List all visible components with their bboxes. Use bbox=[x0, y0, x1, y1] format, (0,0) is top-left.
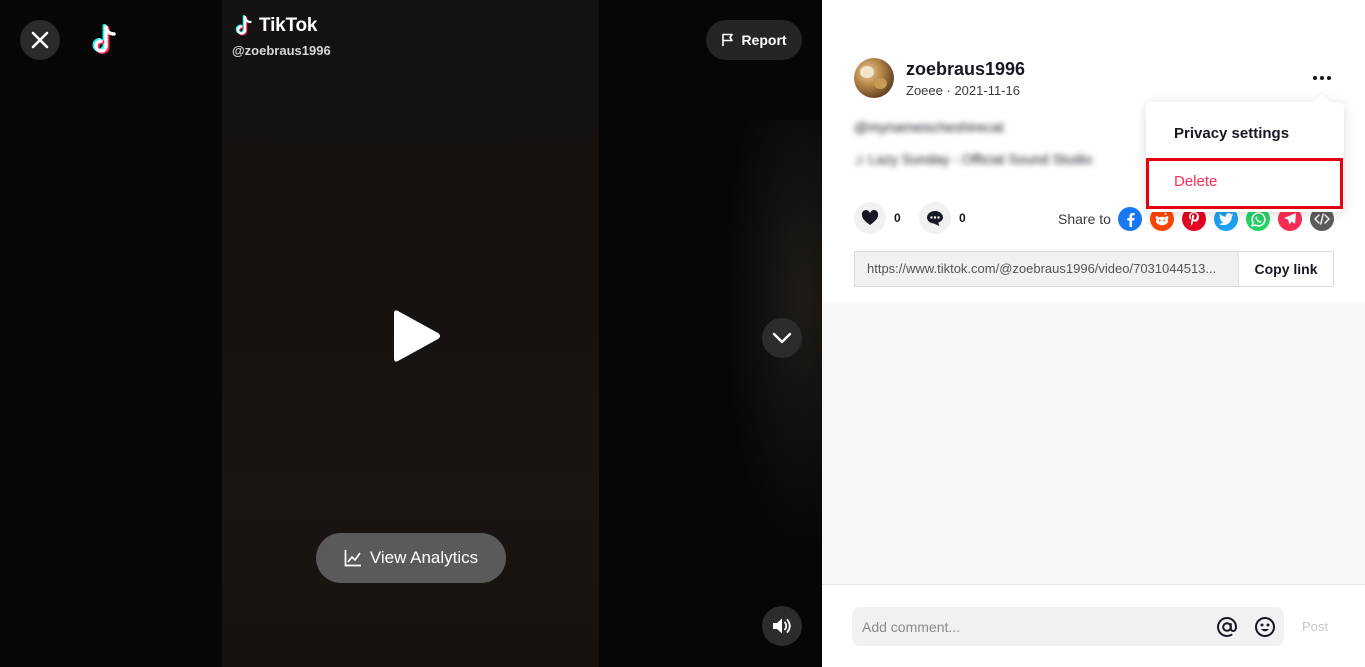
sound-title: Lazy Sunday - Official Sound Studio bbox=[868, 151, 1093, 167]
tiktok-note-icon bbox=[235, 15, 252, 36]
post-date: 2021-11-16 bbox=[954, 83, 1020, 98]
view-analytics-button[interactable]: View Analytics bbox=[316, 533, 506, 583]
author-display-name: Zoeee bbox=[906, 83, 943, 98]
comment-bubble-icon bbox=[927, 210, 943, 226]
video-link-text[interactable]: https://www.tiktok.com/@zoebraus1996/vid… bbox=[855, 252, 1238, 286]
like-icon-wrap bbox=[854, 202, 886, 234]
post-caption[interactable]: @mynameischeshirecat bbox=[854, 119, 1004, 135]
comment-input[interactable] bbox=[852, 607, 1208, 646]
more-dot-icon bbox=[1313, 76, 1317, 80]
heart-icon bbox=[861, 210, 879, 225]
mention-button[interactable] bbox=[1208, 607, 1246, 646]
comment-bar: Post bbox=[822, 584, 1365, 667]
post-comment-button[interactable]: Post bbox=[1302, 619, 1328, 634]
author-username[interactable]: zoebraus1996 bbox=[906, 59, 1025, 80]
music-note-icon: ♫ bbox=[854, 151, 869, 167]
comment-count: 0 bbox=[959, 211, 966, 225]
comment-input-wrap bbox=[852, 607, 1284, 646]
at-sign-icon bbox=[1217, 616, 1238, 637]
more-dot-icon bbox=[1327, 76, 1331, 80]
app-root: TikTok @zoebraus1996 Report View Analyti… bbox=[0, 0, 1365, 667]
facebook-share-icon[interactable] bbox=[1118, 207, 1142, 231]
volume-icon bbox=[773, 618, 791, 634]
close-icon bbox=[31, 31, 49, 49]
next-video-button[interactable] bbox=[762, 318, 802, 358]
author-subline: Zoeee · 2021-11-16 bbox=[906, 83, 1020, 98]
watermark-handle: @zoebraus1996 bbox=[232, 43, 331, 58]
video-player[interactable]: TikTok @zoebraus1996 Report View Analyti… bbox=[0, 0, 822, 667]
comment-icon-wrap bbox=[919, 202, 951, 234]
comment-button[interactable]: 0 bbox=[919, 202, 966, 234]
analytics-chart-icon bbox=[344, 550, 361, 567]
like-button[interactable]: 0 bbox=[854, 202, 901, 234]
delete-menu-item[interactable]: Delete bbox=[1146, 158, 1344, 204]
more-dot-icon bbox=[1320, 76, 1324, 80]
share-link-box: https://www.tiktok.com/@zoebraus1996/vid… bbox=[854, 251, 1334, 287]
avatar[interactable] bbox=[854, 58, 894, 98]
play-icon[interactable] bbox=[388, 305, 446, 367]
view-analytics-label: View Analytics bbox=[369, 548, 479, 567]
post-sound[interactable]: ♫ Lazy Sunday - Official Sound Studio bbox=[854, 151, 1092, 167]
copy-link-button[interactable]: Copy link bbox=[1238, 252, 1333, 286]
emoji-button[interactable] bbox=[1246, 607, 1284, 646]
more-options-menu: Privacy settings Delete bbox=[1146, 102, 1344, 212]
chevron-down-icon bbox=[772, 332, 792, 344]
close-button[interactable] bbox=[20, 20, 60, 60]
more-options-button[interactable] bbox=[1304, 66, 1340, 90]
brand-watermark: TikTok bbox=[232, 14, 317, 38]
volume-button[interactable] bbox=[762, 606, 802, 646]
emoji-smile-icon bbox=[1255, 616, 1275, 637]
report-label: Report bbox=[741, 32, 787, 48]
post-info: zoebraus1996 Zoeee · 2021-11-16 @mynamei… bbox=[822, 0, 1365, 303]
meta-separator: · bbox=[942, 83, 955, 98]
comments-list bbox=[822, 303, 1365, 585]
share-label: Share to bbox=[1058, 211, 1111, 227]
tiktok-logo-icon[interactable] bbox=[86, 22, 122, 58]
video-details-panel: zoebraus1996 Zoeee · 2021-11-16 @mynamei… bbox=[822, 0, 1365, 667]
privacy-settings-menu-item[interactable]: Privacy settings bbox=[1146, 110, 1344, 156]
like-count: 0 bbox=[894, 211, 901, 225]
brand-name: TikTok bbox=[259, 15, 318, 36]
report-button[interactable]: Report bbox=[706, 20, 802, 60]
flag-icon bbox=[722, 33, 734, 46]
